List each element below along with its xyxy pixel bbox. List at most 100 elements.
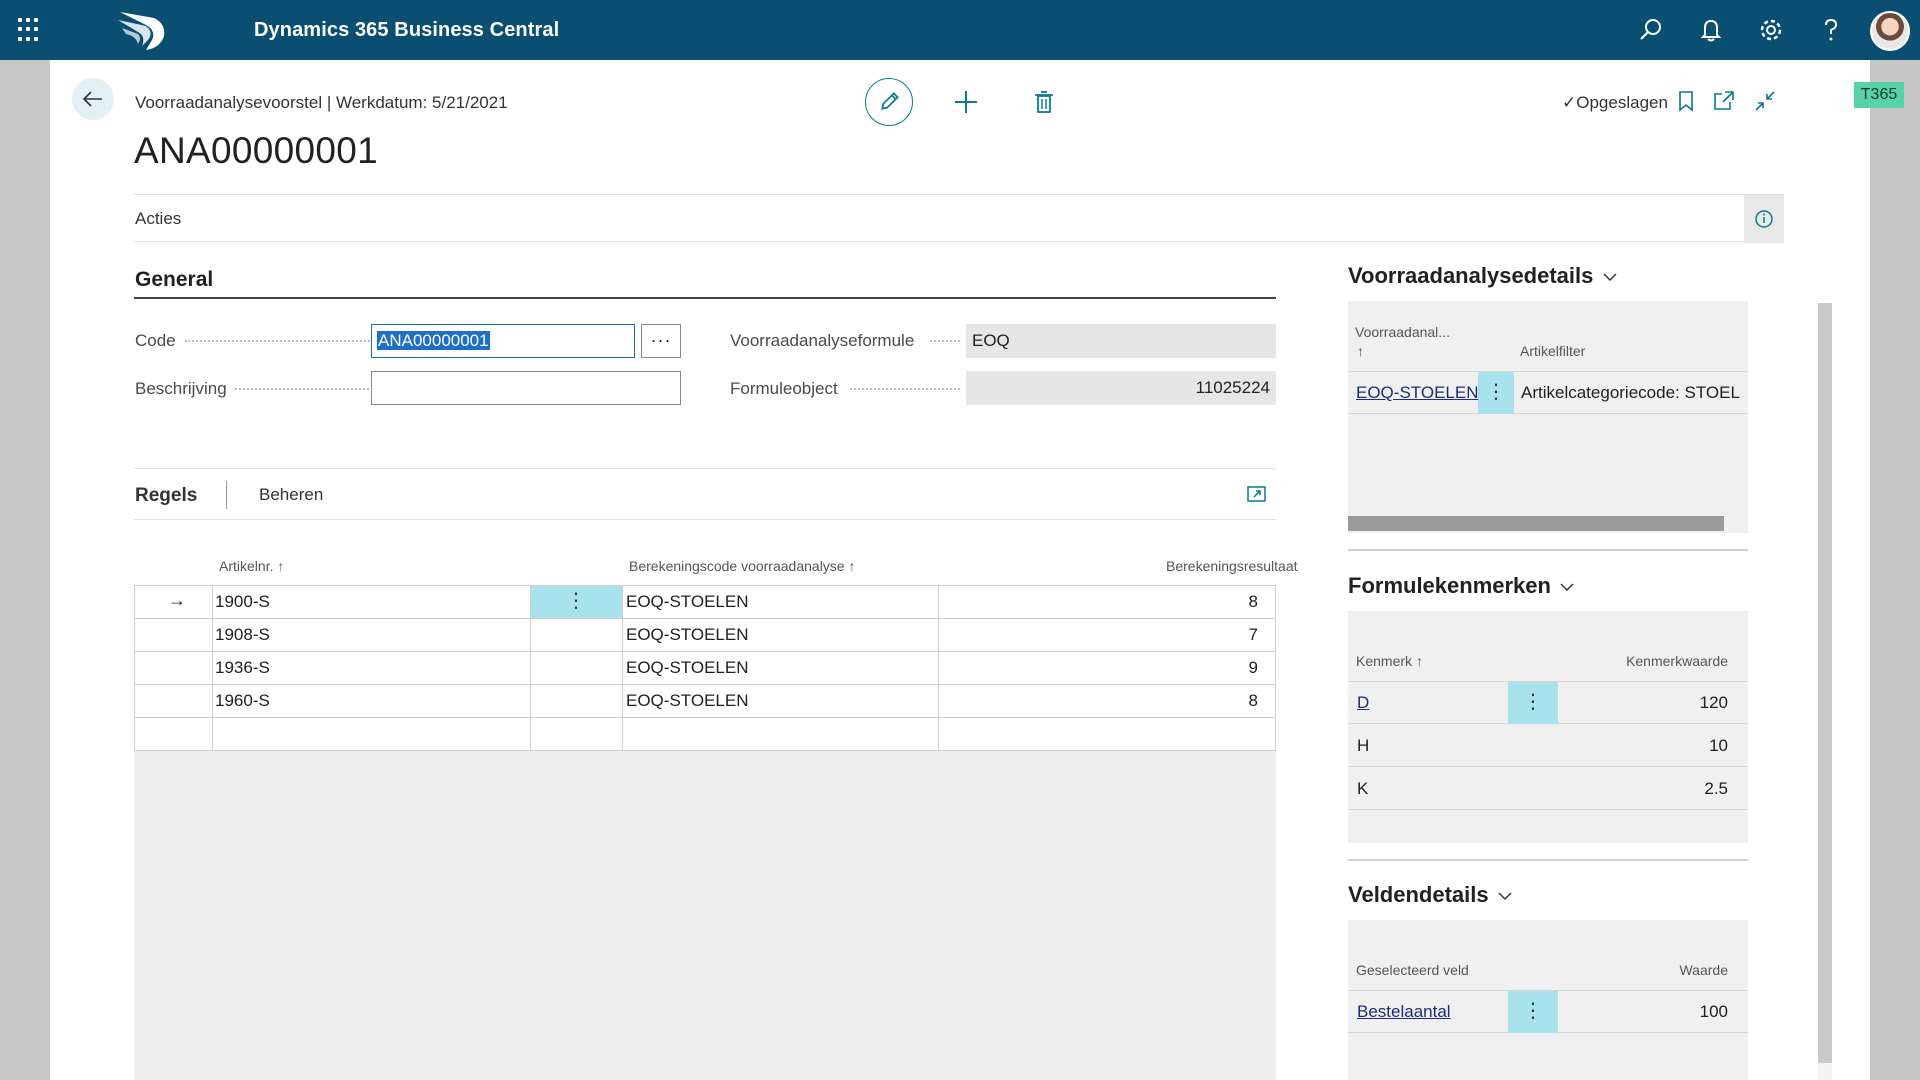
calc-result-cell[interactable]: 8 xyxy=(1249,586,1258,619)
code-lookup-button[interactable]: ··· xyxy=(641,324,681,358)
chevron-down-icon xyxy=(1560,583,1574,592)
formula-dots xyxy=(930,340,960,342)
item-no-cell[interactable]: 1908-S xyxy=(215,619,270,652)
grid-line xyxy=(530,586,531,751)
formula-row-menu[interactable]: ⋮ xyxy=(1508,682,1558,724)
col-header-item-no[interactable]: Artikelnr. ↑ xyxy=(219,558,284,574)
formula-field[interactable]: EOQ xyxy=(966,324,1276,358)
top-bar: Dynamics 365 Business Central xyxy=(0,0,1920,60)
formula-label: Voorraadanalyseformule xyxy=(730,331,915,350)
formula-factbox: Kenmerk ↑ Kenmerkwaarde D ⋮ 120 H 10 K 2… xyxy=(1348,611,1748,843)
formula-key[interactable]: H xyxy=(1357,736,1369,756)
factbox-divider xyxy=(1348,859,1748,861)
tab-lines[interactable]: Regels xyxy=(135,485,197,507)
formula-object-label: Formuleobject xyxy=(730,379,838,398)
list-item[interactable]: D ⋮ 120 xyxy=(1348,682,1748,724)
details-col2-header[interactable]: Artikelfilter xyxy=(1520,343,1585,359)
calc-code-cell[interactable]: EOQ-STOELEN xyxy=(626,619,749,652)
formula-object-field[interactable]: 11025224 xyxy=(966,371,1276,405)
formula-value: 2.5 xyxy=(1704,779,1728,798)
details-filter-value: Artikelcategoriecode: STOEL xyxy=(1521,383,1740,402)
grid-empty-area xyxy=(134,718,1276,1080)
details-row-menu[interactable]: ⋮ xyxy=(1478,372,1514,414)
formula-key-link[interactable]: D xyxy=(1357,693,1369,713)
col-header-calc-result[interactable]: Berekeningsresultaat xyxy=(1166,558,1298,574)
general-section-title[interactable]: General xyxy=(135,268,213,292)
details-code-link[interactable]: EOQ-STOELEN xyxy=(1356,383,1479,403)
calc-code-cell[interactable]: EOQ-STOELEN xyxy=(626,652,749,685)
calc-code-cell[interactable]: EOQ-STOELEN xyxy=(626,685,749,718)
help-icon[interactable] xyxy=(1817,16,1845,44)
table-row[interactable]: 1960-S EOQ-STOELEN 8 xyxy=(134,685,1276,718)
edit-pencil-icon[interactable] xyxy=(865,78,913,126)
user-avatar[interactable] xyxy=(1870,11,1910,51)
table-row-new[interactable] xyxy=(134,718,1276,751)
formula-col1-header[interactable]: Kenmerk ↑ xyxy=(1356,653,1423,669)
bookmark-icon[interactable] xyxy=(1674,89,1698,113)
tenant-badge: T365 xyxy=(1854,82,1904,108)
saved-status: ✓Opgeslagen xyxy=(1562,93,1668,112)
code-label: Code xyxy=(135,331,176,350)
open-new-window-icon[interactable] xyxy=(1712,89,1736,113)
chevron-down-icon xyxy=(1498,892,1512,901)
calc-code-cell[interactable]: EOQ-STOELEN xyxy=(626,586,749,619)
factbox-scrollbar[interactable] xyxy=(1818,303,1832,1063)
fields-factbox: Geselecteerd veld Waarde Bestelaantal ⋮ … xyxy=(1348,920,1748,1080)
grid-line xyxy=(938,586,939,751)
factbox-divider xyxy=(1348,549,1748,551)
item-no-cell[interactable]: 1900-S xyxy=(215,586,270,619)
lines-separator xyxy=(226,481,227,509)
calc-result-cell[interactable]: 7 xyxy=(1249,619,1258,652)
table-row[interactable]: → 1900-S ⋮ EOQ-STOELEN 8 xyxy=(134,586,1276,619)
details-col1-header[interactable]: Voorraadanal... xyxy=(1355,324,1450,340)
code-field[interactable]: ANA00000001 xyxy=(371,324,635,358)
table-row[interactable]: 1908-S EOQ-STOELEN 7 xyxy=(134,619,1276,652)
table-row[interactable]: 1936-S EOQ-STOELEN 9 xyxy=(134,652,1276,685)
calc-result-cell[interactable]: 8 xyxy=(1249,685,1258,718)
formula-object-dots xyxy=(850,388,960,390)
add-icon[interactable] xyxy=(952,88,980,116)
fields-col1-header[interactable]: Geselecteerd veld xyxy=(1356,962,1469,978)
list-item[interactable]: Bestelaantal ⋮ 100 xyxy=(1348,991,1748,1033)
delete-trash-icon[interactable] xyxy=(1030,88,1058,116)
list-item[interactable]: H 10 xyxy=(1348,725,1748,767)
formula-col2-header[interactable]: Kenmerkwaarde xyxy=(1626,653,1728,669)
details-factbox: Voorraadanal... ↑ Artikelfilter EOQ-STOE… xyxy=(1348,301,1748,533)
app-title[interactable]: Dynamics 365 Business Central xyxy=(254,19,559,42)
list-item[interactable]: K 2.5 xyxy=(1348,768,1748,810)
dynamics-logo-icon xyxy=(118,12,165,50)
row-menu-button[interactable]: ⋮ xyxy=(530,586,622,618)
formula-key[interactable]: K xyxy=(1357,779,1368,799)
fields-factbox-title[interactable]: Veldendetails xyxy=(1348,882,1513,908)
details-factbox-title[interactable]: Voorraadanalysedetails xyxy=(1348,263,1618,289)
info-icon[interactable] xyxy=(1744,195,1784,243)
list-item[interactable]: EOQ-STOELEN ⋮ Artikelcategoriecode: STOE… xyxy=(1348,372,1748,414)
description-label: Beschrijving xyxy=(135,379,227,398)
fields-value: 100 xyxy=(1699,1002,1728,1021)
manage-menu[interactable]: Beheren xyxy=(259,485,323,505)
gear-icon[interactable] xyxy=(1757,16,1785,44)
bell-icon[interactable] xyxy=(1697,16,1725,44)
app-launcher-icon[interactable] xyxy=(18,18,42,42)
page-card: Voorraadanalysevoorstel | Werkdatum: 5/2… xyxy=(50,60,1904,1080)
details-horizontal-scrollbar[interactable] xyxy=(1348,516,1724,531)
grid-line xyxy=(134,586,135,751)
current-row-arrow-icon: → xyxy=(168,590,186,610)
fields-col2-header[interactable]: Waarde xyxy=(1679,962,1728,978)
fields-row-menu[interactable]: ⋮ xyxy=(1508,991,1558,1033)
item-no-cell[interactable]: 1960-S xyxy=(215,685,270,718)
expand-grid-icon[interactable] xyxy=(1246,483,1268,505)
search-icon[interactable] xyxy=(1637,16,1665,44)
col-header-calc-code[interactable]: Berekeningscode voorraadanalyse ↑ xyxy=(629,558,855,574)
description-field[interactable] xyxy=(371,371,681,405)
actions-menu[interactable]: Acties xyxy=(135,209,181,229)
grid-line xyxy=(622,586,623,751)
item-no-cell[interactable]: 1936-S xyxy=(215,652,270,685)
formula-value: 120 xyxy=(1699,693,1728,712)
calc-result-cell[interactable]: 9 xyxy=(1249,652,1258,685)
fields-field-link[interactable]: Bestelaantal xyxy=(1357,1002,1451,1022)
collapse-icon[interactable] xyxy=(1753,89,1777,113)
grid-line xyxy=(1275,586,1276,751)
formula-factbox-title[interactable]: Formulekenmerken xyxy=(1348,573,1575,599)
back-arrow-icon[interactable] xyxy=(72,78,114,120)
